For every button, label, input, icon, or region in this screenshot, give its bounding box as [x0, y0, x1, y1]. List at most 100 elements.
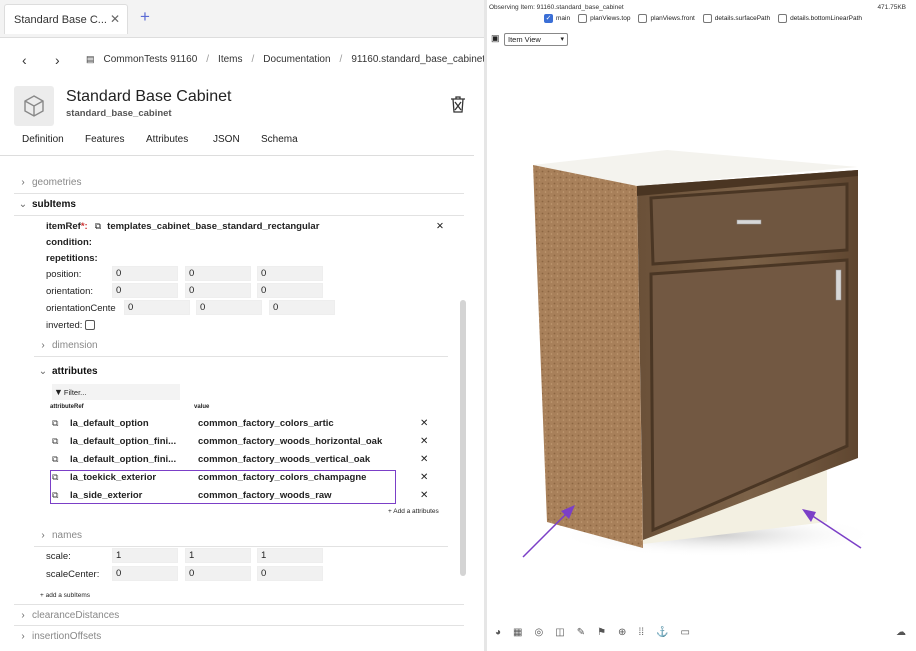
section-names[interactable]: › names [34, 525, 448, 547]
inverted-row: inverted: [46, 317, 96, 333]
close-icon[interactable]: ✕ [110, 12, 120, 26]
remove-icon[interactable]: ✕ [420, 472, 428, 483]
section-geometries[interactable]: › geometries [14, 172, 464, 194]
orientation-z[interactable]: 0 [257, 283, 323, 298]
add-subitem-button[interactable]: + add a subItems [40, 592, 90, 599]
back-arrow-icon[interactable]: ‹ [22, 52, 27, 68]
orientation-center-x[interactable]: 0 [124, 300, 190, 315]
scale-z[interactable]: 1 [257, 548, 323, 563]
remove-icon[interactable]: ✕ [420, 490, 428, 501]
external-link-icon[interactable]: ⧉ [95, 221, 101, 232]
add-attribute-button[interactable]: + Add a attributes [388, 508, 439, 515]
door-handle [835, 269, 842, 301]
section-clearance-distances[interactable]: › clearanceDistances [14, 604, 464, 626]
remove-icon[interactable]: ✕ [420, 454, 428, 465]
section-dimension[interactable]: › dimension [34, 335, 448, 357]
external-link-icon[interactable]: ⧉ [52, 454, 70, 465]
breadcrumb-current: 91160.standard_base_cabinet [351, 54, 486, 65]
tab-definition[interactable]: Definition [22, 134, 64, 145]
compass-icon[interactable]: ◎ [535, 627, 544, 638]
table-row: ⧉ la_default_option common_factory_color… [52, 418, 429, 429]
definition-tree: › geometries ⌄ subItems itemRef *: ⧉ temp… [14, 168, 468, 642]
col-attributeref: attributeRef [50, 404, 84, 410]
col-value: value [194, 404, 210, 410]
orientation-center-label: orientationCente [46, 302, 116, 314]
scrollbar[interactable] [460, 300, 466, 576]
checkbox-main[interactable]: ✓ main [544, 14, 570, 23]
cloud-download-icon[interactable]: ☁ [896, 627, 906, 638]
repetitions-row: repetitions: [46, 252, 98, 264]
checkbox-bottomlinearpath[interactable]: details.bottomLinearPath [778, 14, 862, 23]
orientation-x[interactable]: 0 [112, 283, 178, 298]
tab-title: Standard Base C... [14, 13, 107, 26]
external-link-icon[interactable]: ⧉ [52, 418, 70, 429]
drawer-handle [736, 219, 762, 225]
section-insertion-offsets[interactable]: › insertionOffsets [14, 626, 464, 642]
section-subitems[interactable]: ⌄ subItems [14, 194, 464, 216]
scale-center-z[interactable]: 0 [257, 566, 323, 581]
orientation-center-z[interactable]: 0 [269, 300, 335, 315]
external-link-icon[interactable]: ⧉ [52, 436, 70, 447]
orientation-y[interactable]: 0 [185, 283, 251, 298]
remove-icon[interactable]: ✕ [420, 436, 428, 447]
box-icon[interactable]: ◫ [555, 627, 564, 638]
nav-row: ‹ › ▤ CommonTests 91160 / Items / Docume… [0, 48, 486, 72]
tab-standard-base-cabinet[interactable]: Standard Base C... ✕ [4, 4, 128, 34]
tab-bar: Standard Base C... ✕ + [0, 0, 484, 38]
viewer-panel: Observing Item: 91160.standard_base_cabi… [487, 0, 916, 651]
brush-icon[interactable]: ✎ [577, 627, 585, 638]
flag-icon[interactable]: ⚑ [597, 627, 606, 638]
chevron-down-icon: ⌄ [18, 199, 28, 210]
filter-input[interactable]: ▼ Filter... [52, 384, 180, 400]
breadcrumb-items[interactable]: Items [218, 54, 242, 65]
anchor-icon[interactable]: ⚓ [656, 627, 668, 638]
orientation-center-y[interactable]: 0 [196, 300, 262, 315]
scale-x[interactable]: 1 [112, 548, 178, 563]
palette-icon[interactable]: ◕ [495, 627, 501, 638]
cabinet-side-panel [533, 165, 643, 548]
position-x[interactable]: 0 [112, 266, 178, 281]
scale-center-y[interactable]: 0 [185, 566, 251, 581]
checkbox-planviews-top[interactable]: planViews.top [578, 14, 630, 23]
scale-y[interactable]: 1 [185, 548, 251, 563]
condition-row: condition: [46, 236, 92, 248]
chevron-right-icon: › [41, 340, 45, 351]
position-y[interactable]: 0 [185, 266, 251, 281]
section-attributes[interactable]: ⌄ attributes [34, 360, 448, 382]
file-size: 471.75KB [877, 4, 906, 11]
forward-arrow-icon[interactable]: › [55, 52, 60, 68]
observing-label: Observing Item: 91160.standard_base_cabi… [489, 4, 624, 11]
project-icon: ▤ [86, 54, 95, 64]
position-z[interactable]: 0 [257, 266, 323, 281]
position-label: position: [46, 268, 82, 280]
tab-features[interactable]: Features [85, 134, 124, 145]
scale-center-x[interactable]: 0 [112, 566, 178, 581]
grid-icon[interactable]: ▦ [513, 627, 522, 638]
image-icon[interactable]: ▭ [680, 627, 689, 638]
tab-schema[interactable]: Schema [261, 134, 298, 145]
checkbox-surfacepath[interactable]: details.surfacePath [702, 14, 770, 23]
tab-json[interactable]: JSON [213, 134, 240, 145]
breadcrumb-docs[interactable]: Documentation [263, 54, 330, 65]
new-tab-icon[interactable]: + [140, 7, 150, 27]
orientation-label: orientation: [46, 285, 94, 297]
cabinet-3d-view[interactable] [487, 140, 916, 570]
dots-grid-icon[interactable]: ⁞⁞ [638, 627, 644, 638]
highlight-box [50, 470, 396, 504]
remove-icon[interactable]: ✕ [420, 418, 428, 429]
viewer-toolbar: ◕ ▦ ◎ ◫ ✎ ⚑ ⊕ ⁞⁞ ⚓ ▭ ☁ [487, 622, 916, 642]
delete-icon[interactable] [450, 96, 466, 119]
view-select[interactable]: Item View ▾ [504, 33, 568, 46]
detail-tabs: Definition Features Attributes JSON Sche… [0, 132, 474, 156]
remove-icon[interactable]: ✕ [436, 221, 444, 232]
itemref-value[interactable]: templates_cabinet_base_standard_rectangu… [107, 221, 319, 232]
cube-icon [14, 86, 54, 126]
tab-attributes[interactable]: Attributes [146, 134, 188, 145]
itemref-row: itemRef *: ⧉ templates_cabinet_base_stand… [46, 220, 444, 232]
crosshair-icon[interactable]: ⊕ [618, 627, 626, 638]
breadcrumb-project[interactable]: CommonTests 91160 [104, 54, 198, 65]
checkbox-planviews-front[interactable]: planViews.front [638, 14, 695, 23]
chevron-right-icon: › [41, 530, 45, 541]
table-row: ⧉ la_default_option_fini... common_facto… [52, 454, 429, 465]
inverted-checkbox[interactable] [85, 320, 96, 330]
